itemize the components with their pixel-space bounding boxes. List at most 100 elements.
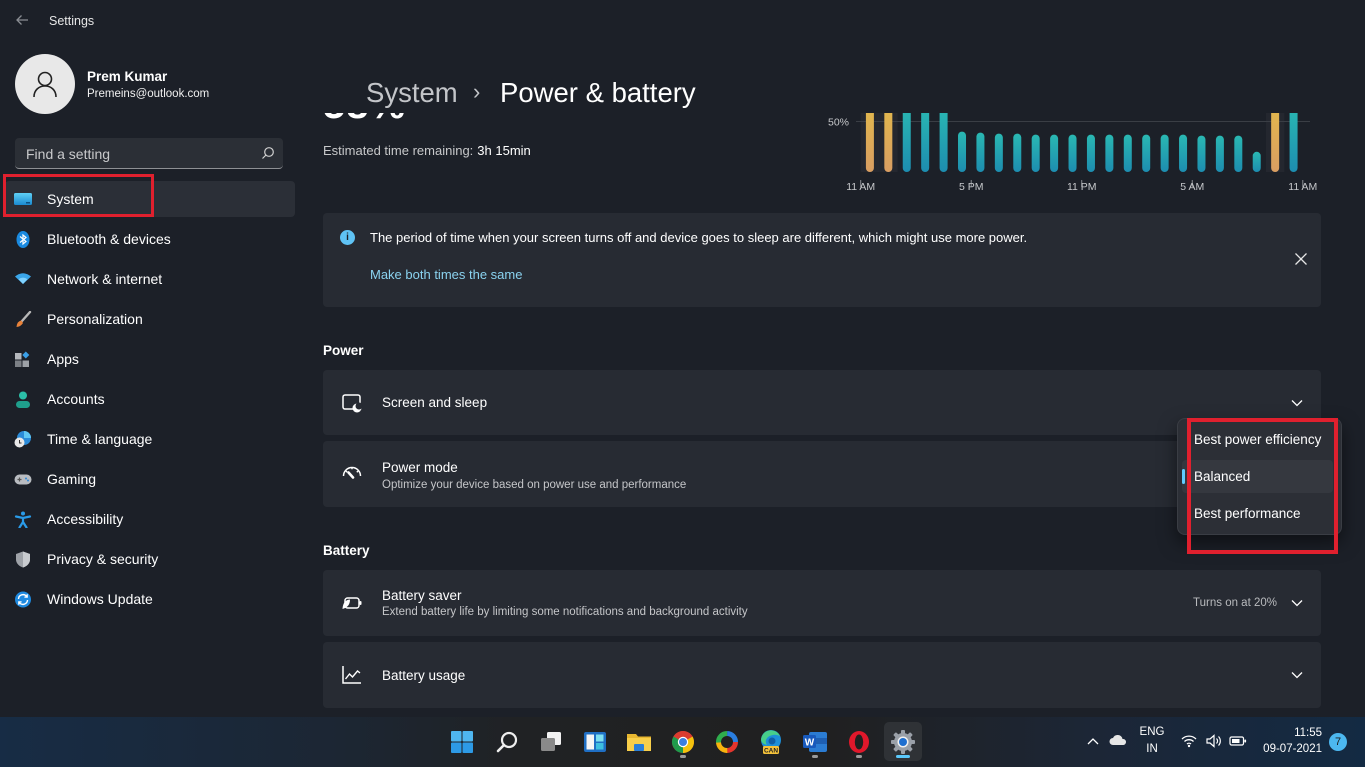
sidebar-item-time-language[interactable]: Time & language (5, 421, 295, 457)
sidebar-item-network[interactable]: Network & internet (5, 261, 295, 297)
chart-bar[interactable] (1013, 133, 1022, 172)
battery-status-icon[interactable] (1229, 735, 1247, 747)
running-indicator (812, 755, 818, 758)
taskbar-start[interactable] (443, 722, 481, 761)
chart-bar[interactable] (958, 131, 967, 172)
sidebar-item-accessibility[interactable]: Accessibility (5, 501, 295, 537)
battery-saver-threshold: Turns on at 20% (1193, 597, 1277, 609)
opera-icon (849, 730, 869, 753)
taskbar-multicolor-app[interactable] (708, 722, 746, 761)
onedrive-icon[interactable] (1109, 734, 1127, 746)
main-content[interactable]: 58% Estimated time remaining:3h 15min 50… (300, 113, 1365, 717)
chart-bar[interactable] (1068, 134, 1077, 172)
power-mode-card[interactable]: Power mode Optimize your device based on… (323, 441, 1321, 507)
volume-icon[interactable] (1205, 734, 1223, 748)
brush-icon (16, 311, 32, 327)
sidebar-item-label: Accessibility (47, 511, 124, 527)
power-mode-option-best-performance[interactable]: Best performance (1182, 497, 1333, 530)
chevron-down-icon[interactable] (1290, 396, 1304, 410)
chevron-down-icon[interactable] (1290, 596, 1304, 610)
option-label: Balanced (1194, 469, 1251, 484)
chart-bar[interactable] (1050, 134, 1059, 172)
taskbar-search[interactable] (488, 722, 526, 761)
x-axis-tick-label: 5 AM (1180, 181, 1204, 193)
sidebar-item-accounts[interactable]: Accounts (5, 381, 295, 417)
chart-bar-charging[interactable] (865, 113, 874, 172)
chart-bar-charging[interactable] (884, 113, 893, 172)
chart-bar[interactable] (1215, 135, 1224, 172)
breadcrumb-system[interactable]: System (366, 77, 458, 109)
screen-sleep-icon (342, 394, 363, 413)
wifi-status-icon[interactable] (1181, 734, 1197, 748)
input-region[interactable]: IN (1138, 743, 1166, 755)
show-hidden-icons-chevron-icon[interactable] (1086, 735, 1100, 747)
make-times-same-link[interactable]: Make both times the same (370, 267, 522, 282)
screen-and-sleep-card[interactable]: Screen and sleep (323, 370, 1321, 435)
back-button[interactable] (14, 12, 32, 30)
chart-bar[interactable] (1179, 134, 1188, 172)
page-header (300, 0, 1365, 113)
battery-usage-card[interactable]: Battery usage (323, 642, 1321, 708)
sidebar-item-gaming[interactable]: Gaming (5, 461, 295, 497)
sidebar-item-windows-update[interactable]: Windows Update (5, 581, 295, 617)
sidebar-item-bluetooth[interactable]: Bluetooth & devices (5, 221, 295, 257)
notification-count-badge[interactable]: 7 (1329, 733, 1347, 751)
chart-bar[interactable] (1123, 134, 1132, 172)
clock-time[interactable]: 11:55 (1262, 727, 1322, 739)
chart-bar[interactable] (1086, 134, 1095, 172)
sidebar-item-label: Privacy & security (47, 551, 159, 567)
power-mode-option-best-efficiency[interactable]: Best power efficiency (1182, 423, 1333, 456)
sidebar-item-system[interactable]: System (5, 181, 295, 217)
dismiss-info-button[interactable] (1294, 252, 1308, 266)
search-input[interactable]: Find a setting (15, 138, 283, 169)
chart-bar[interactable] (1197, 135, 1206, 172)
taskbar-widgets[interactable] (576, 722, 614, 761)
apps-icon (15, 351, 30, 367)
chart-bar[interactable] (1105, 134, 1114, 172)
taskbar-chrome[interactable] (664, 722, 702, 761)
power-mode-dropdown[interactable]: Best power efficiency Balanced Best perf… (1177, 418, 1342, 535)
chart-bar[interactable] (1234, 135, 1243, 172)
system-icon (14, 193, 32, 205)
chart-bar-charging[interactable] (1271, 113, 1280, 172)
shield-icon (16, 551, 30, 568)
chart-bar[interactable] (1160, 134, 1169, 172)
windows-start-icon (451, 730, 473, 753)
task-view-icon (541, 731, 561, 751)
taskbar-settings[interactable] (884, 722, 922, 761)
taskbar: CAN W ENG IN 11:55 09-07-2021 (0, 717, 1365, 767)
chart-bar[interactable] (1289, 113, 1298, 172)
taskbar-task-view[interactable] (532, 722, 570, 761)
chart-bar[interactable] (1142, 134, 1151, 172)
power-mode-subtitle: Optimize your device based on power use … (382, 479, 687, 491)
taskbar-word[interactable]: W (796, 722, 834, 761)
chart-bar[interactable] (976, 132, 985, 172)
input-language[interactable]: ENG (1138, 726, 1166, 738)
taskbar-edge-canary[interactable]: CAN (752, 722, 790, 761)
taskbar-opera[interactable] (840, 722, 878, 761)
chart-bar[interactable] (1252, 151, 1261, 172)
battery-level-chart[interactable]: 50% 11 AM 5 PM 11 PM 5 AM 11 AM (820, 113, 1340, 200)
chart-bar[interactable] (1031, 134, 1040, 172)
option-label: Best power efficiency (1194, 432, 1322, 447)
taskbar-file-explorer[interactable] (620, 722, 658, 761)
sidebar-item-label: Time & language (47, 431, 153, 447)
widgets-icon (584, 731, 606, 752)
power-mode-option-balanced[interactable]: Balanced (1182, 460, 1333, 493)
chart-bar[interactable] (939, 113, 948, 172)
chart-bar[interactable] (902, 113, 911, 172)
chart-bar[interactable] (994, 133, 1003, 172)
chevron-down-icon[interactable] (1290, 668, 1304, 682)
battery-saver-card[interactable]: Battery saver Extend battery life by lim… (323, 570, 1321, 636)
back-arrow-icon (16, 15, 28, 25)
chart-bar[interactable] (921, 113, 930, 172)
sidebar-item-apps[interactable]: Apps (5, 341, 295, 377)
avatar[interactable] (15, 54, 75, 114)
clock-date[interactable]: 09-07-2021 (1256, 743, 1322, 755)
power-mode-icon (342, 466, 362, 479)
page-title: Power & battery (500, 77, 696, 108)
profile-name: Prem Kumar (87, 69, 168, 84)
sidebar-item-privacy[interactable]: Privacy & security (5, 541, 295, 577)
sidebar-item-personalization[interactable]: Personalization (5, 301, 295, 337)
update-icon (15, 591, 31, 608)
